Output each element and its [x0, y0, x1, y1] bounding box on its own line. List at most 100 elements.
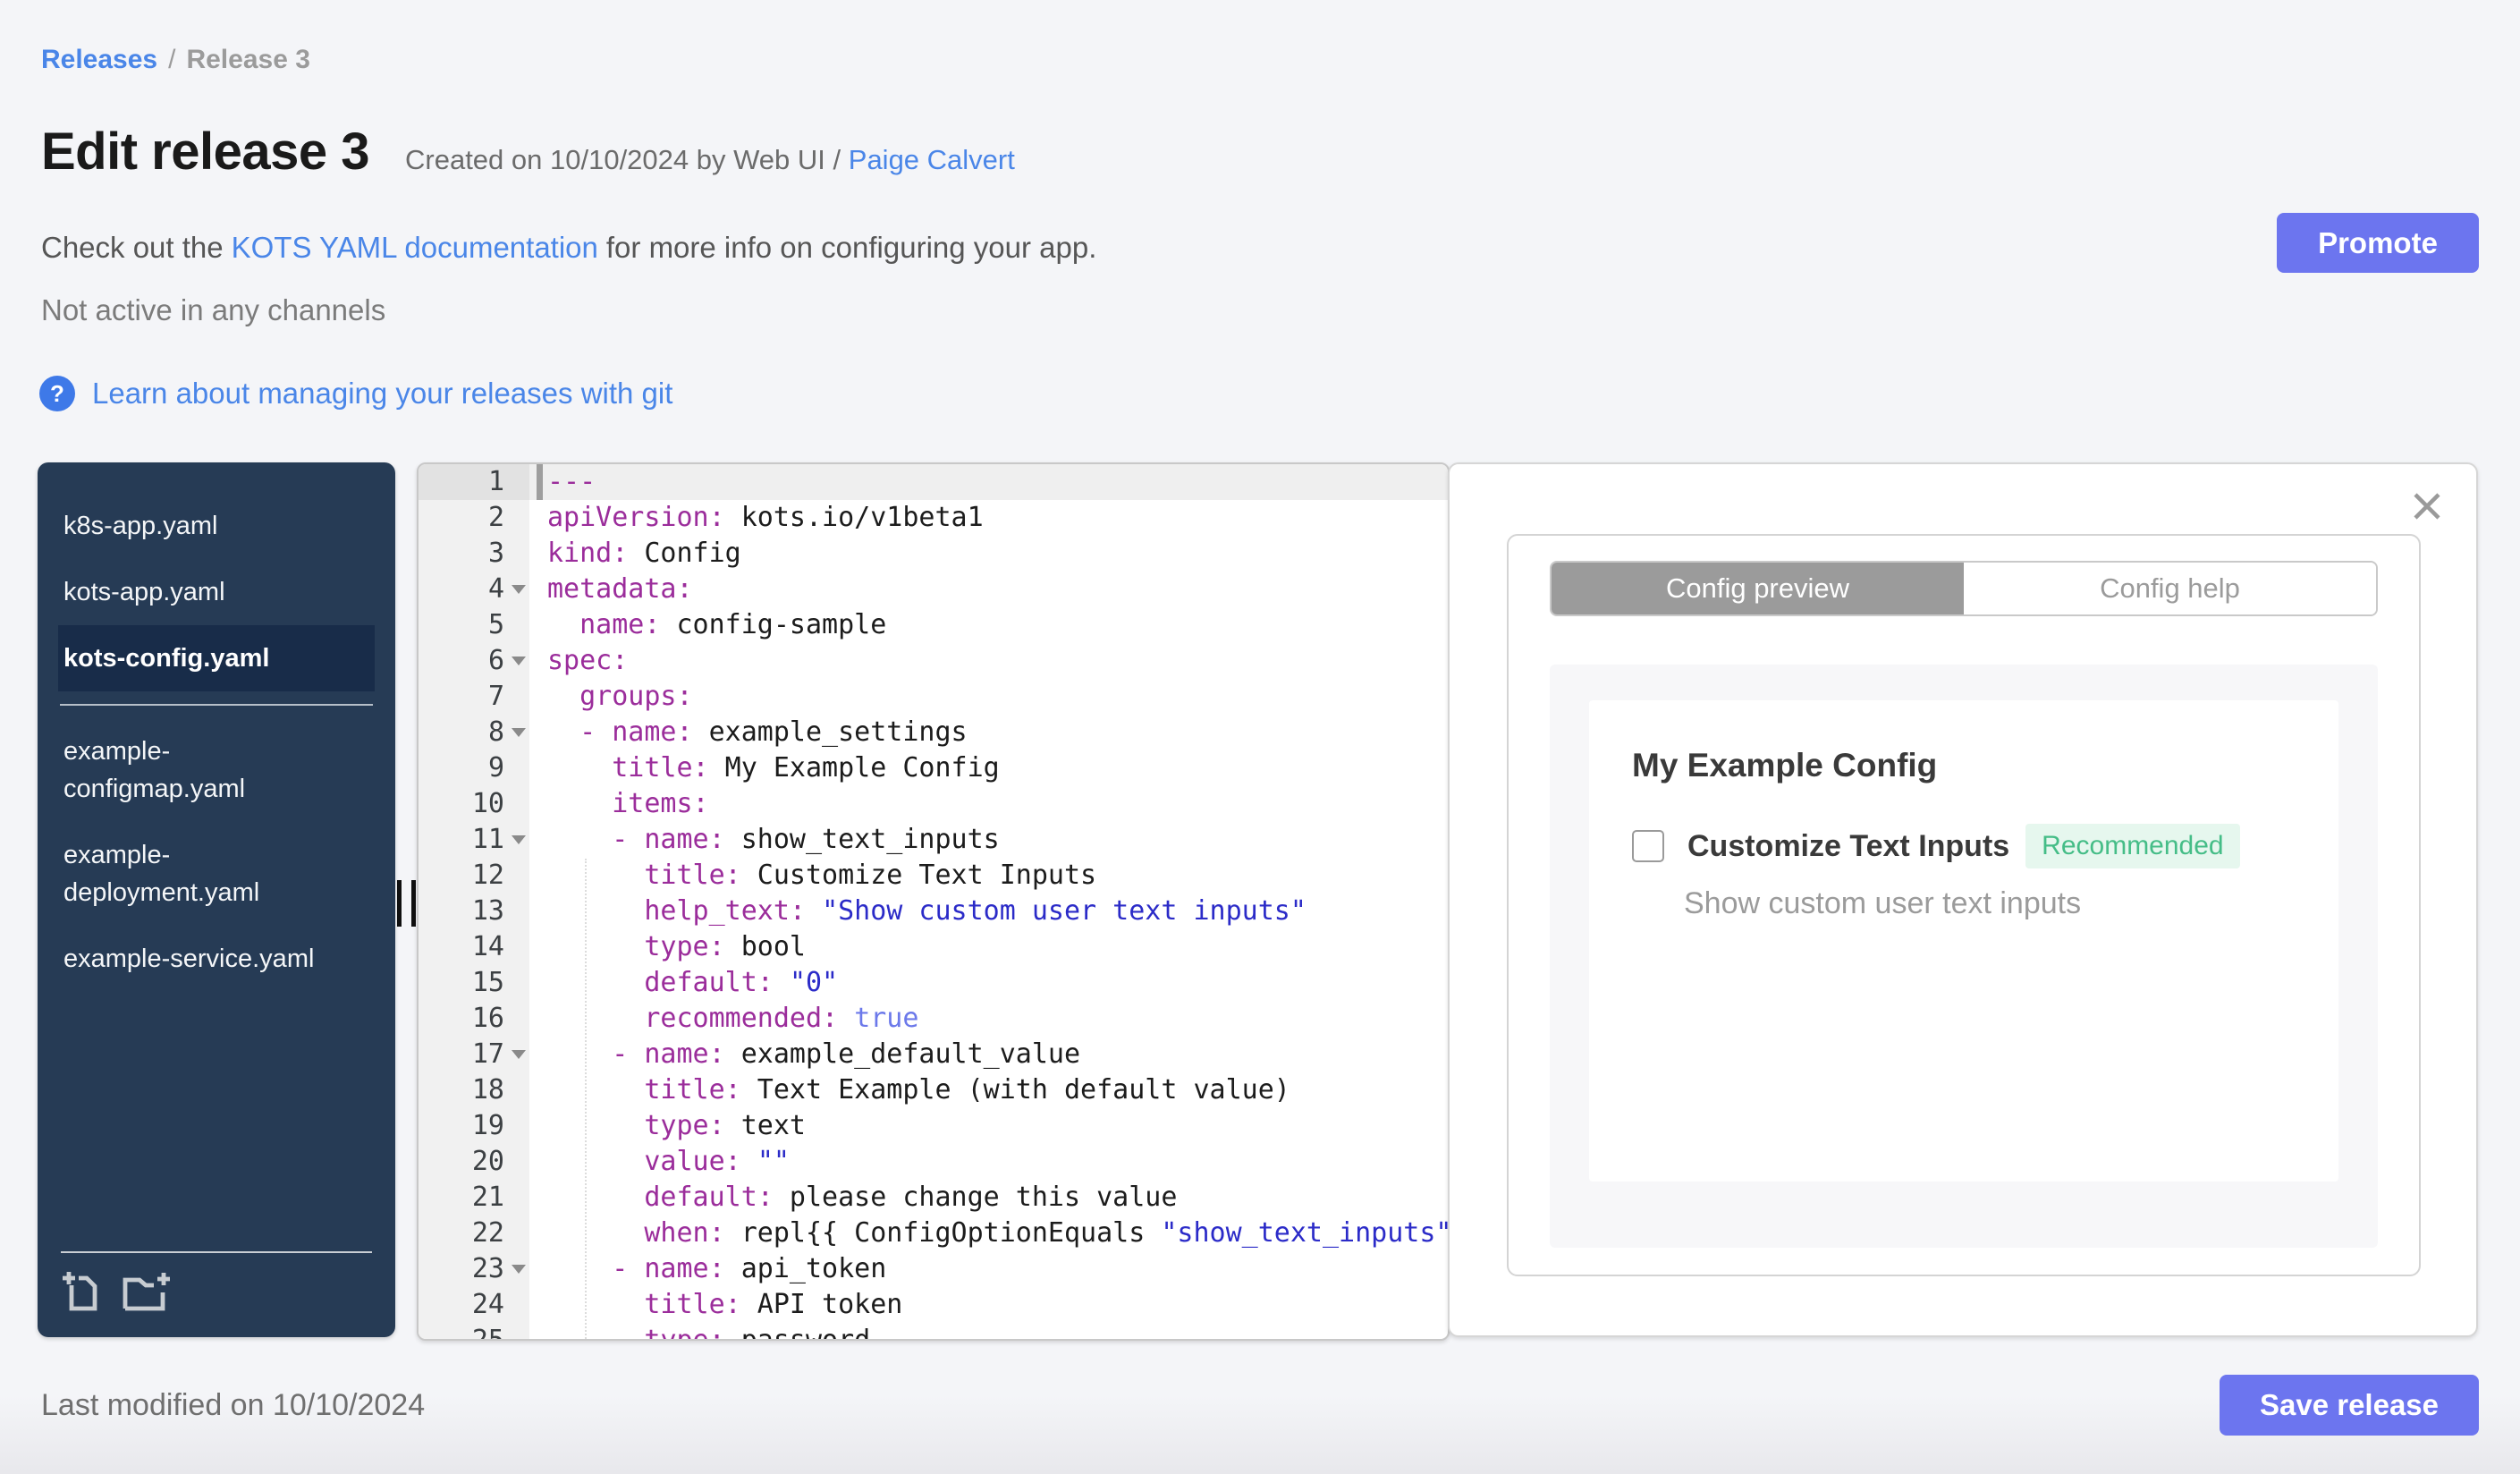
file-sidebar: k8s-app.yaml kots-app.yaml kots-config.yam…	[38, 462, 395, 1337]
code-line[interactable]: 22 when: repl{{ ConfigOptionEquals "show…	[419, 1216, 1448, 1251]
promote-button[interactable]: Promote	[2277, 213, 2479, 273]
fold-arrow-icon[interactable]	[512, 1050, 526, 1059]
code-line[interactable]: 17 - name: example_default_value	[419, 1037, 1448, 1072]
kots-docs-link[interactable]: KOTS YAML documentation	[232, 231, 598, 264]
file-name-line: configmap.yaml	[63, 775, 246, 803]
sidebar-item-example-service-yaml[interactable]: example-service.yaml	[58, 926, 375, 992]
line-number: 4	[419, 572, 529, 607]
code-line[interactable]: 7 groups:	[419, 679, 1448, 715]
code-text: default: please change this value	[644, 1182, 1178, 1213]
title-row: Edit release 3 Created on 10/10/2024 by …	[41, 122, 1015, 182]
indent-guide	[585, 859, 587, 1339]
code-line[interactable]: 20 value: ""	[419, 1144, 1448, 1180]
git-help-link[interactable]: ? Learn about managing your releases wit…	[39, 376, 672, 411]
line-number: 13	[419, 894, 529, 929]
file-name-line: example-	[63, 737, 171, 766]
sidebar-footer-divider	[61, 1251, 372, 1253]
code-text: value: ""	[644, 1146, 790, 1177]
created-by-link[interactable]: Paige Calvert	[849, 144, 1015, 175]
sidebar-item-example-configmap-yaml[interactable]: example-configmap.yaml	[58, 718, 375, 822]
edit-release-page: Releases / Release 3 Edit release 3 Create…	[0, 0, 2520, 1474]
code-line[interactable]: 21 default: please change this value	[419, 1180, 1448, 1216]
sidebar-resize-handle[interactable]	[397, 880, 416, 927]
breadcrumb: Releases / Release 3	[41, 45, 310, 75]
line-number: 18	[419, 1072, 529, 1108]
code-line[interactable]: 14 type: bool	[419, 929, 1448, 965]
code-text: groups:	[579, 681, 693, 712]
code-line[interactable]: 4 metadata:	[419, 572, 1448, 607]
line-number: 6	[419, 643, 529, 679]
line-number: 25	[419, 1323, 529, 1339]
line-number: 8	[419, 715, 529, 750]
code-line[interactable]: 25 type: password	[419, 1323, 1448, 1339]
tab-config-preview[interactable]: Config preview	[1552, 563, 1964, 614]
new-file-button[interactable]	[61, 1269, 102, 1314]
code-line[interactable]: 13 help_text: "Show custom user text inp…	[419, 894, 1448, 929]
code-line[interactable]: 23 - name: api_token	[419, 1251, 1448, 1287]
code-line[interactable]: 16 recommended: true	[419, 1001, 1448, 1037]
line-number: 14	[419, 929, 529, 965]
line-number: 9	[419, 750, 529, 786]
tab-config-help[interactable]: Config help	[1964, 563, 2376, 614]
code-text: title: Customize Text Inputs	[644, 860, 1097, 891]
code-text: spec:	[547, 645, 629, 676]
yaml-editor[interactable]: 1 --- 2 apiVersion: kots.io/v1beta1 3 kind: C…	[417, 462, 1450, 1341]
code-line[interactable]: 18 title: Text Example (with default val…	[419, 1072, 1448, 1108]
code-line[interactable]: 15 default: "0"	[419, 965, 1448, 1001]
fold-arrow-icon[interactable]	[512, 835, 526, 844]
close-preview-button[interactable]	[2408, 487, 2446, 525]
text-cursor	[537, 464, 543, 500]
code-line[interactable]: 10 items:	[419, 786, 1448, 822]
code-line[interactable]: 9 title: My Example Config	[419, 750, 1448, 786]
sidebar-item-k8s-app-yaml[interactable]: k8s-app.yaml	[58, 493, 375, 559]
code-text: type: text	[644, 1110, 806, 1141]
code-line[interactable]: 2 apiVersion: kots.io/v1beta1	[419, 500, 1448, 536]
code-line[interactable]: 11 - name: show_text_inputs	[419, 822, 1448, 858]
line-number: 7	[419, 679, 529, 715]
created-text: Created on 10/10/2024 by Web UI /	[405, 144, 841, 175]
code-text: when: repl{{ ConfigOptionEquals "show_te…	[644, 1217, 1450, 1249]
code-line[interactable]: 8 - name: example_settings	[419, 715, 1448, 750]
fold-arrow-icon[interactable]	[512, 585, 526, 594]
code-text: title: My Example Config	[612, 752, 1000, 784]
code-line[interactable]: 19 type: text	[419, 1108, 1448, 1144]
line-number: 15	[419, 965, 529, 1001]
config-group-card: My Example Config Customize Text Inputs …	[1589, 700, 2338, 1182]
line-number: 12	[419, 858, 529, 894]
code-text: type: bool	[644, 931, 806, 962]
channel-status: Not active in any channels	[41, 293, 386, 326]
code-line[interactable]: 24 title: API token	[419, 1287, 1448, 1323]
file-name-line: kots-app.yaml	[63, 578, 225, 606]
code-line[interactable]: 12 title: Customize Text Inputs	[419, 858, 1448, 894]
code-line[interactable]: 6 spec:	[419, 643, 1448, 679]
last-modified-text: Last modified on 10/10/2024	[41, 1388, 426, 1422]
code-line[interactable]: 1 ---	[419, 464, 1448, 500]
fold-arrow-icon[interactable]	[512, 1265, 526, 1274]
code-line[interactable]: 5 name: config-sample	[419, 607, 1448, 643]
code-line[interactable]: 3 kind: Config	[419, 536, 1448, 572]
fold-arrow-icon[interactable]	[512, 728, 526, 737]
sidebar-item-kots-config-yaml[interactable]: kots-config.yaml	[58, 625, 375, 691]
code-text: - name: example_settings	[579, 716, 968, 748]
fold-arrow-icon[interactable]	[512, 657, 526, 665]
sidebar-footer	[38, 1232, 395, 1337]
breadcrumb-releases-link[interactable]: Releases	[41, 45, 157, 74]
code-text: items:	[612, 788, 709, 819]
docs-info-line: Check out the KOTS YAML documentation for …	[41, 231, 1096, 265]
new-folder-button[interactable]	[122, 1269, 173, 1314]
config-item-checkbox[interactable]	[1632, 830, 1664, 862]
line-number: 17	[419, 1037, 529, 1072]
sidebar-item-example-deployment-yaml[interactable]: example-deployment.yaml	[58, 822, 375, 926]
line-number: 24	[419, 1287, 529, 1323]
new-file-icon	[63, 1272, 97, 1311]
code-rows: 1 --- 2 apiVersion: kots.io/v1beta1 3 kind: C…	[419, 464, 1448, 1339]
preview-tabs: Config preview Config help	[1550, 561, 2378, 616]
config-preview-card: Config preview Config help My Example Con…	[1507, 534, 2421, 1276]
docs-info-prefix: Check out the	[41, 231, 224, 264]
save-release-button[interactable]: Save release	[2220, 1375, 2479, 1436]
sidebar-item-kots-app-yaml[interactable]: kots-app.yaml	[58, 559, 375, 625]
line-number: 22	[419, 1216, 529, 1251]
config-preview-body: My Example Config Customize Text Inputs …	[1550, 665, 2378, 1248]
line-number: 3	[419, 536, 529, 572]
close-icon	[2414, 493, 2440, 520]
